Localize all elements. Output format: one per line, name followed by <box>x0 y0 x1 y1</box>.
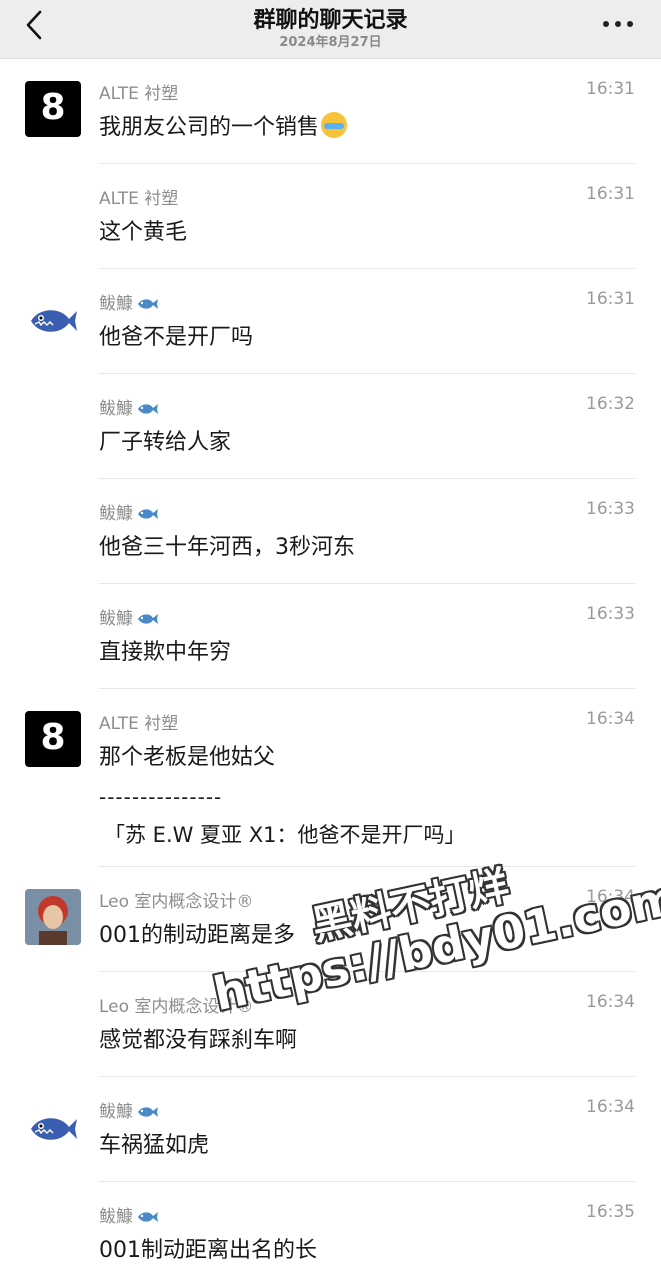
portrait-avatar-icon <box>25 889 81 945</box>
message-text: 他爸三十年河西，3秒河东 <box>99 535 355 560</box>
message-time: 16:35 <box>586 1202 635 1222</box>
more-dots-icon[interactable] <box>603 20 635 30</box>
fish-emoji-icon <box>138 1212 158 1222</box>
sender-name: 鲅鱇 <box>99 1097 159 1122</box>
fish-emoji-icon <box>138 614 158 624</box>
message-time: 16:31 <box>586 184 635 204</box>
message-item: 鲅鱇 16:32 厂子转给人家 <box>0 374 661 479</box>
sender-name: Leo 室内概念设计® <box>99 892 254 912</box>
message-item: Leo 室内概念设计® 16:34 感觉都没有踩刹车啊 <box>0 972 661 1077</box>
fish-emoji-icon <box>138 509 158 519</box>
page-date: 2024年8月27日 <box>279 35 382 50</box>
message-time: 16:31 <box>586 79 635 99</box>
nav-bar: 群聊的聊天记录 2024年8月27日 <box>0 0 661 59</box>
sender-name: ALTE 衬塑 <box>99 84 179 104</box>
page-title: 群聊的聊天记录 <box>253 8 408 33</box>
message-text: 001的制动距离是多 <box>99 923 295 948</box>
sender-name-text: 鲅鱇 <box>99 1207 133 1227</box>
avatar[interactable] <box>25 1099 81 1155</box>
message-text: 他爸不是开厂吗 <box>99 325 254 350</box>
fish-avatar-icon <box>31 310 77 332</box>
fish-avatar-icon <box>31 1118 77 1140</box>
sender-name: 鲅鱇 <box>99 394 159 419</box>
message-item: 8 ALTE 衬塑 16:31 我朋友公司的一个销售 <box>0 59 661 164</box>
message-text: 车祸猛如虎 <box>99 1133 210 1158</box>
message-text: 厂子转给人家 <box>99 430 232 455</box>
fish-emoji-icon <box>138 299 158 309</box>
message-item: Leo 室内概念设计® 16:34 001的制动距离是多 <box>0 867 661 972</box>
sender-name: ALTE 衬塑 <box>99 714 179 734</box>
message-time: 16:34 <box>586 992 635 1012</box>
avatar[interactable] <box>25 889 81 945</box>
message-item: 8 ALTE 衬塑 16:34 那个老板是他姑父 ---------------… <box>0 689 661 867</box>
message-item: 鲅鱇 16:31 他爸不是开厂吗 <box>0 269 661 374</box>
sender-name: ALTE 衬塑 <box>99 189 179 209</box>
message-text: 001制动距离出名的长 <box>99 1238 317 1263</box>
avatar[interactable]: 8 <box>25 711 81 767</box>
message-item: 鲅鱇 16:33 直接欺中年穷 <box>0 584 661 689</box>
quote-separator: --------------- <box>99 785 223 809</box>
message-time: 16:34 <box>586 1097 635 1117</box>
avatar-text: 8 <box>40 87 66 128</box>
message-item: 鲅鱇 16:33 他爸三十年河西，3秒河东 <box>0 479 661 584</box>
message-text: 我朋友公司的一个销售 <box>99 109 348 141</box>
avatar-text: 8 <box>40 717 66 758</box>
sender-name-text: 鲅鱇 <box>99 1102 133 1122</box>
message-text: 那个老板是他姑父 <box>99 745 276 770</box>
message-text: 感觉都没有踩刹车啊 <box>99 1028 298 1053</box>
message-item: ALTE 衬塑 16:31 这个黄毛 <box>0 164 661 269</box>
sender-name-text: 鲅鱇 <box>99 399 133 419</box>
sender-name: 鲅鱇 <box>99 289 159 314</box>
message-time: 16:33 <box>586 499 635 519</box>
sender-name: 鲅鱇 <box>99 604 159 629</box>
message-time: 16:34 <box>586 887 635 907</box>
sender-name-text: 鲅鱇 <box>99 609 133 629</box>
sender-name: 鲅鱇 <box>99 499 159 524</box>
avatar[interactable]: 8 <box>25 81 81 137</box>
message-list: 8 ALTE 衬塑 16:31 我朋友公司的一个销售 ALTE 衬塑 16:31… <box>0 59 661 1282</box>
rolling-laughing-emoji-icon <box>321 112 348 138</box>
message-item: 鲅鱇 16:35 001制动距离出名的长 <box>0 1182 661 1282</box>
message-time: 16:34 <box>586 709 635 729</box>
message-time: 16:32 <box>586 394 635 414</box>
message-time: 16:33 <box>586 604 635 624</box>
message-time: 16:31 <box>586 289 635 309</box>
message-text: 直接欺中年穷 <box>99 640 232 665</box>
fish-emoji-icon <box>138 404 158 414</box>
message-text: 这个黄毛 <box>99 220 188 245</box>
message-item: 鲅鱇 16:34 车祸猛如虎 <box>0 1077 661 1182</box>
sender-name-text: 鲅鱇 <box>99 504 133 524</box>
sender-name: 鲅鱇 <box>99 1202 159 1227</box>
sender-name-text: 鲅鱇 <box>99 294 133 314</box>
quoted-message[interactable]: 「苏 E.W 夏亚 X1：他爸不是开厂吗」 <box>104 819 465 849</box>
sender-name: Leo 室内概念设计® <box>99 997 254 1017</box>
message-text-content: 我朋友公司的一个销售 <box>99 115 320 140</box>
avatar[interactable] <box>25 291 81 347</box>
fish-emoji-icon <box>138 1107 158 1117</box>
